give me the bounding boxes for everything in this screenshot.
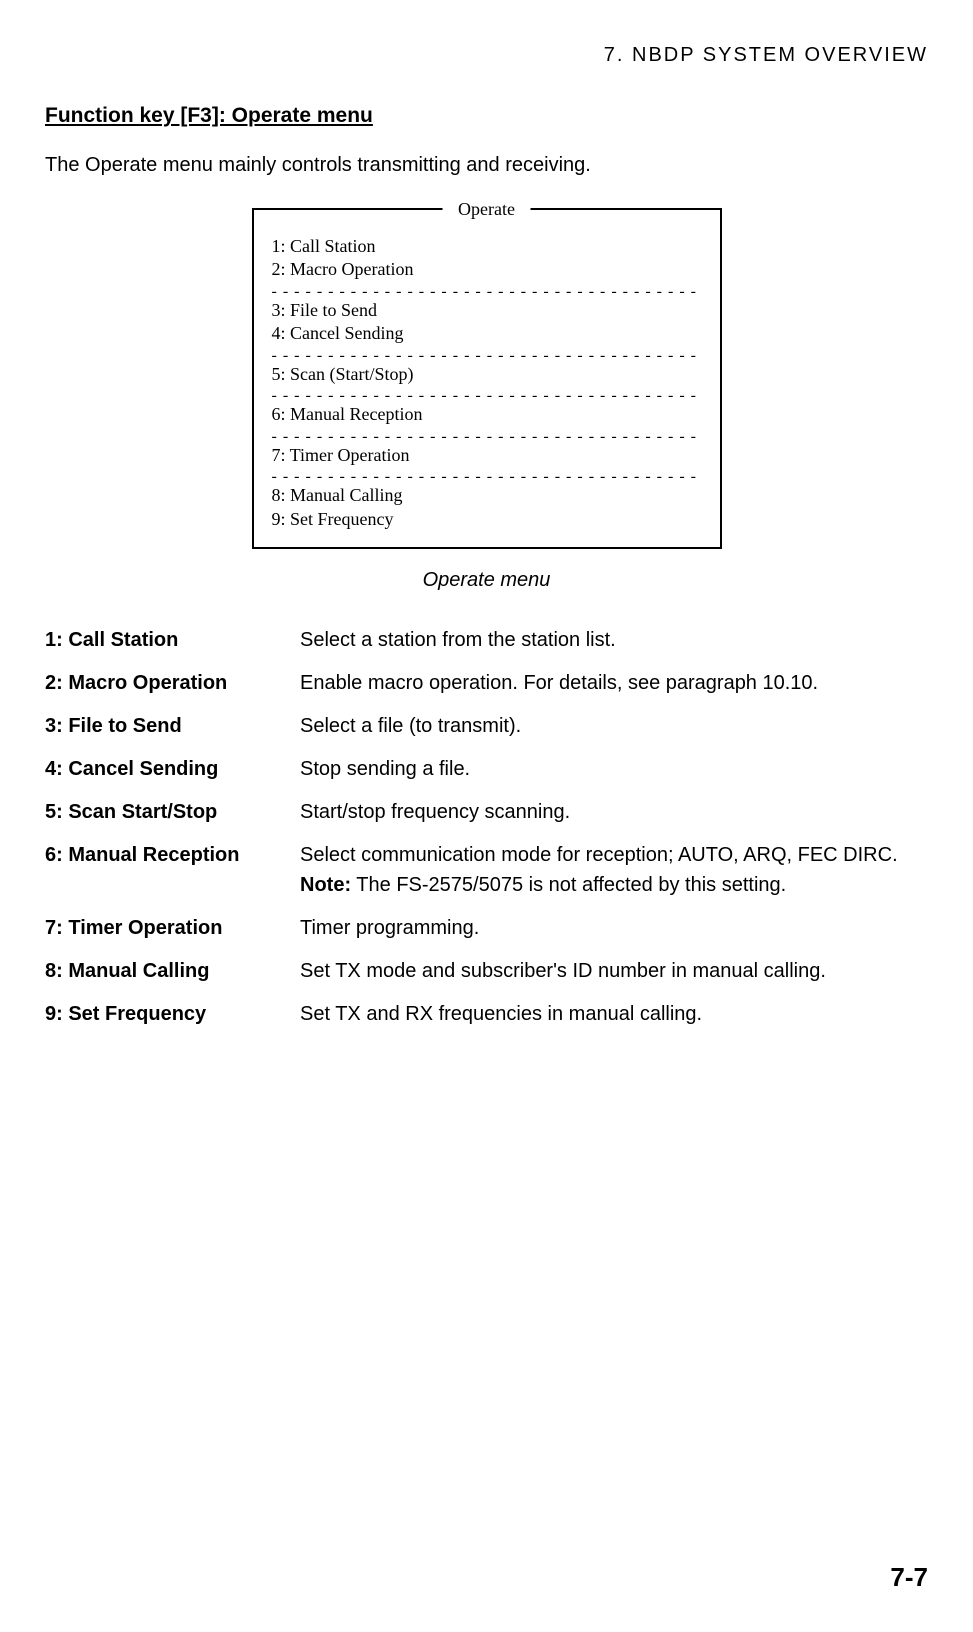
definition-desc: Set TX mode and subscriber's ID number i… bbox=[300, 956, 928, 986]
definition-row: 1: Call Station Select a station from th… bbox=[45, 625, 928, 655]
definition-desc: Select communication mode for reception;… bbox=[300, 840, 928, 900]
definition-term: 8: Manual Calling bbox=[45, 956, 300, 986]
definition-desc: Stop sending a file. bbox=[300, 754, 928, 784]
definitions-list: 1: Call Station Select a station from th… bbox=[45, 625, 928, 1029]
definition-term: 6: Manual Reception bbox=[45, 840, 300, 870]
definition-term: 4: Cancel Sending bbox=[45, 754, 300, 784]
figure-caption: Operate menu bbox=[45, 565, 928, 595]
menu-box-title: Operate bbox=[442, 198, 531, 221]
definition-desc-line1: Select communication mode for reception;… bbox=[300, 844, 898, 866]
definition-row: 9: Set Frequency Set TX and RX frequenci… bbox=[45, 999, 928, 1029]
definition-desc: Select a file (to transmit). bbox=[300, 711, 928, 741]
operate-menu-box: Operate 1: Call Station 2: Macro Operati… bbox=[252, 208, 722, 550]
menu-item: 9: Set Frequency bbox=[272, 508, 702, 531]
separator: - - - - - - - - - - - - - - - - - - - - … bbox=[272, 386, 702, 402]
note-label: Note: bbox=[300, 874, 351, 896]
definition-term: 5: Scan Start/Stop bbox=[45, 797, 300, 827]
definition-term: 3: File to Send bbox=[45, 711, 300, 741]
page-header: 7. NBDP SYSTEM OVERVIEW bbox=[45, 40, 928, 70]
note-text: The FS-2575/5075 is not affected by this… bbox=[351, 874, 786, 896]
definition-term: 9: Set Frequency bbox=[45, 999, 300, 1029]
definition-row: 2: Macro Operation Enable macro operatio… bbox=[45, 668, 928, 698]
menu-item: 1: Call Station bbox=[272, 235, 702, 258]
menu-box-wrapper: Operate 1: Call Station 2: Macro Operati… bbox=[45, 208, 928, 550]
definition-row: 8: Manual Calling Set TX mode and subscr… bbox=[45, 956, 928, 986]
definition-row: 6: Manual Reception Select communication… bbox=[45, 840, 928, 900]
menu-item: 7: Timer Operation bbox=[272, 444, 702, 467]
definition-desc: Select a station from the station list. bbox=[300, 625, 928, 655]
definition-desc: Set TX and RX frequencies in manual call… bbox=[300, 999, 928, 1029]
menu-item: 8: Manual Calling bbox=[272, 484, 702, 507]
menu-item: 3: File to Send bbox=[272, 299, 702, 322]
definition-term: 2: Macro Operation bbox=[45, 668, 300, 698]
separator: - - - - - - - - - - - - - - - - - - - - … bbox=[272, 282, 702, 298]
menu-item: 4: Cancel Sending bbox=[272, 322, 702, 345]
separator: - - - - - - - - - - - - - - - - - - - - … bbox=[272, 346, 702, 362]
page-number: 7-7 bbox=[890, 1558, 928, 1597]
section-title: Function key [F3]: Operate menu bbox=[45, 100, 928, 132]
definition-row: 7: Timer Operation Timer programming. bbox=[45, 913, 928, 943]
definition-desc: Timer programming. bbox=[300, 913, 928, 943]
definition-desc: Enable macro operation. For details, see… bbox=[300, 668, 928, 698]
definition-row: 4: Cancel Sending Stop sending a file. bbox=[45, 754, 928, 784]
definition-term: 1: Call Station bbox=[45, 625, 300, 655]
menu-item: 5: Scan (Start/Stop) bbox=[272, 363, 702, 386]
definition-desc: Start/stop frequency scanning. bbox=[300, 797, 928, 827]
definition-row: 5: Scan Start/Stop Start/stop frequency … bbox=[45, 797, 928, 827]
separator: - - - - - - - - - - - - - - - - - - - - … bbox=[272, 427, 702, 443]
menu-item: 2: Macro Operation bbox=[272, 258, 702, 281]
definition-term: 7: Timer Operation bbox=[45, 913, 300, 943]
menu-item: 6: Manual Reception bbox=[272, 403, 702, 426]
intro-text: The Operate menu mainly controls transmi… bbox=[45, 150, 928, 180]
definition-row: 3: File to Send Select a file (to transm… bbox=[45, 711, 928, 741]
separator: - - - - - - - - - - - - - - - - - - - - … bbox=[272, 467, 702, 483]
